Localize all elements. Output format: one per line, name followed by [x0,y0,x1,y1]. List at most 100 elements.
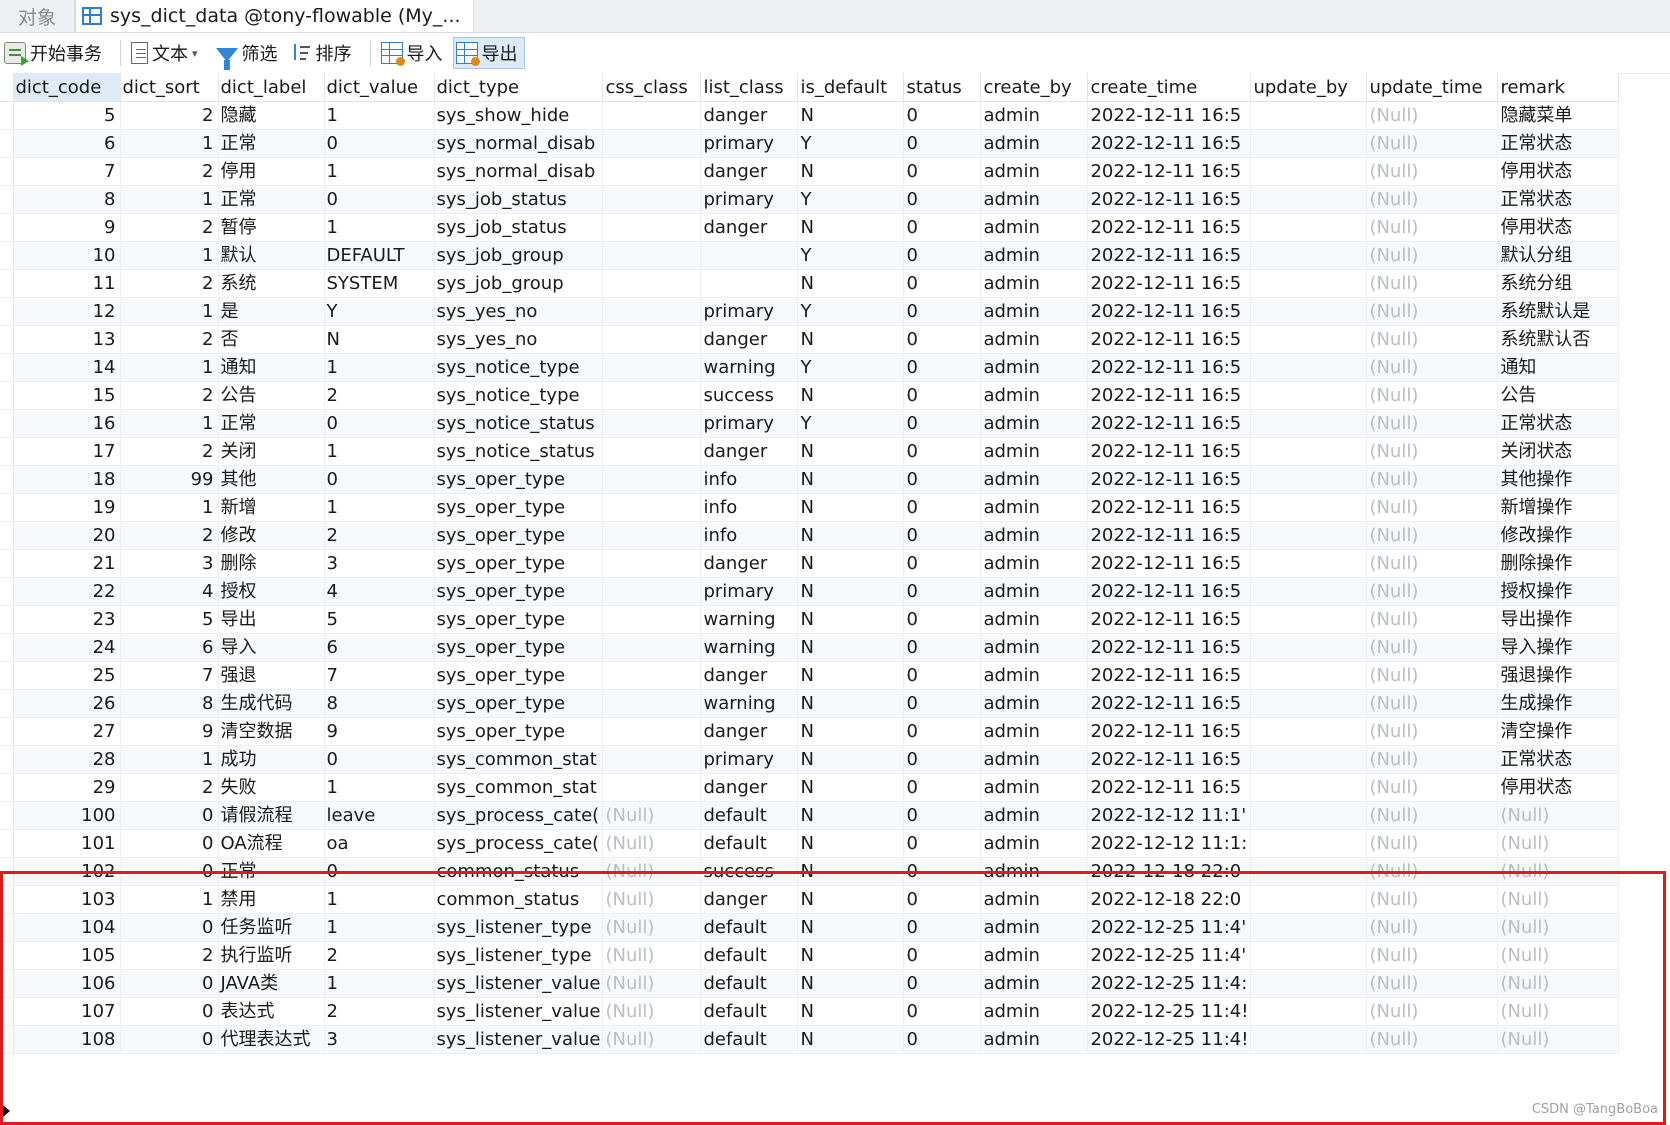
table-cell-dict-code[interactable]: 105 [13,941,121,970]
table-cell-status[interactable]: 0 [903,157,982,186]
table-cell-is-default[interactable]: N [797,381,905,410]
filter-button[interactable]: 筛选 [214,37,284,70]
table-cell-dict-type[interactable]: common_status [434,885,604,914]
table-cell-dict-value[interactable]: 0 [324,185,435,214]
table-cell-list-class[interactable]: success [700,857,799,886]
table-cell-update-by[interactable] [1250,521,1368,550]
table-cell-dict-type[interactable]: sys_process_cate( [434,829,604,858]
table-cell-dict-value[interactable]: 3 [324,1025,435,1054]
table-cell-update-by[interactable] [1250,493,1368,522]
table-cell-list-class[interactable]: danger [700,101,799,130]
table-cell-dict-sort[interactable]: 1 [120,745,219,774]
table-cell-update-time[interactable]: (Null) [1366,353,1499,382]
row-indicator[interactable] [0,521,14,550]
table-cell-dict-code[interactable]: 12 [13,297,121,326]
table-cell-remark[interactable]: 授权操作 [1497,577,1620,606]
table-cell-dict-sort[interactable]: 2 [120,773,219,802]
table-cell-status[interactable]: 0 [903,661,982,690]
table-cell-is-default[interactable]: Y [797,297,905,326]
table-cell-list-class[interactable]: default [700,997,799,1026]
table-cell-create-by[interactable]: admin [980,913,1089,942]
table-row[interactable]: 20 2 修改 2 sys_oper_type info N 0 admin 2022-12-11… [0,521,1620,550]
table-cell-remark[interactable]: 正常状态 [1497,185,1620,214]
table-cell-remark[interactable]: 停用状态 [1497,157,1620,186]
table-cell-remark[interactable]: 新增操作 [1497,493,1620,522]
table-cell-is-default[interactable]: N [797,689,905,718]
row-indicator[interactable] [0,885,14,914]
table-cell-is-default[interactable]: N [797,913,905,942]
table-cell-status[interactable]: 0 [903,605,982,634]
table-cell-dict-code[interactable]: 6 [13,129,121,158]
table-cell-update-by[interactable] [1250,101,1368,130]
table-cell-css-class[interactable] [602,689,702,718]
table-cell-create-time[interactable]: 2022-12-11 16:5 [1087,129,1252,158]
table-cell-dict-label[interactable]: 正常 [218,129,325,158]
table-cell-css-class[interactable] [602,773,702,802]
table-cell-dict-sort[interactable]: 3 [120,549,219,578]
table-cell-create-time[interactable]: 2022-12-11 16:5 [1087,213,1252,242]
table-cell-dict-type[interactable]: sys_oper_type [434,521,604,550]
table-cell-dict-label[interactable]: 正常 [218,857,325,886]
table-cell-dict-value[interactable]: SYSTEM [324,269,435,298]
table-cell-dict-sort[interactable]: 0 [120,857,219,886]
table-cell-status[interactable]: 0 [903,773,982,802]
table-cell-dict-label[interactable]: 通知 [218,353,325,382]
table-row[interactable]: 103 1 禁用 1 common_status (Null) danger N 0 admin 2… [0,885,1620,914]
table-cell-dict-label[interactable]: 代理表达式 [218,1025,325,1054]
table-cell-dict-value[interactable]: 1 [324,101,435,130]
table-cell-is-default[interactable]: N [797,885,905,914]
table-cell-css-class[interactable] [602,101,702,130]
table-cell-list-class[interactable]: danger [700,157,799,186]
table-cell-dict-label[interactable]: 删除 [218,549,325,578]
table-cell-dict-sort[interactable]: 2 [120,157,219,186]
table-cell-css-class[interactable] [602,409,702,438]
table-cell-dict-sort[interactable]: 7 [120,661,219,690]
table-row[interactable]: 107 0 表达式 2 sys_listener_value (Null) default N… [0,997,1620,1026]
table-cell-dict-sort[interactable]: 0 [120,801,219,830]
table-row[interactable]: 28 1 成功 0 sys_common_stat primary N 0 admin 2022-… [0,745,1620,774]
table-cell-dict-code[interactable]: 14 [13,353,121,382]
table-row[interactable]: 13 2 否 Nsys_yes_no danger N 0 admin 2022-12-11 1… [0,325,1620,354]
table-cell-dict-sort[interactable]: 1 [120,297,219,326]
table-cell-dict-sort[interactable]: 4 [120,577,219,606]
table-cell-status[interactable]: 0 [903,241,982,270]
table-row[interactable]: 5 2 隐藏 1 sys_show_hide danger N 0 admin 2022-12-1… [0,101,1620,130]
table-cell-css-class[interactable] [602,353,702,382]
table-cell-dict-sort[interactable]: 0 [120,913,219,942]
table-cell-list-class[interactable]: danger [700,325,799,354]
table-cell-dict-code[interactable]: 104 [13,913,121,942]
table-cell-update-by[interactable] [1250,241,1368,270]
table-row[interactable]: 29 2 失败 1 sys_common_stat danger N 0 admin 2022-1… [0,773,1620,802]
table-cell-remark[interactable]: (Null) [1497,913,1620,942]
table-cell-is-default[interactable]: Y [797,185,905,214]
table-cell-is-default[interactable]: N [797,465,905,494]
table-cell-list-class[interactable]: info [700,465,799,494]
table-cell-list-class[interactable]: primary [700,409,799,438]
table-cell-dict-sort[interactable]: 1 [120,885,219,914]
table-cell-dict-sort[interactable]: 2 [120,437,219,466]
table-cell-update-time[interactable]: (Null) [1366,465,1499,494]
table-cell-dict-value[interactable]: DEFAULT [324,241,435,270]
table-cell-update-time[interactable]: (Null) [1366,213,1499,242]
table-cell-create-by[interactable]: admin [980,381,1089,410]
table-cell-update-time[interactable]: (Null) [1366,941,1499,970]
table-cell-update-by[interactable] [1250,661,1368,690]
table-cell-is-default[interactable]: Y [797,241,905,270]
table-cell-dict-value[interactable]: 2 [324,997,435,1026]
table-cell-dict-sort[interactable]: 1 [120,493,219,522]
table-cell-list-class[interactable] [700,269,799,298]
table-cell-dict-label[interactable]: 表达式 [218,997,325,1026]
table-row[interactable]: 6 1 正常 0 sys_normal_disab primary Y 0 admin 2022-… [0,129,1620,158]
table-cell-remark[interactable]: 系统默认是 [1497,297,1620,326]
table-cell-dict-type[interactable]: sys_notice_status [434,437,604,466]
table-cell-update-by[interactable] [1250,549,1368,578]
table-cell-update-time[interactable]: (Null) [1366,913,1499,942]
data-grid[interactable]: dict_code dict_sort dict_label dict_valu… [0,73,1670,1125]
table-cell-update-time[interactable]: (Null) [1366,997,1499,1026]
table-cell-dict-sort[interactable]: 2 [120,101,219,130]
table-cell-is-default[interactable]: N [797,577,905,606]
row-indicator[interactable] [0,493,14,522]
table-cell-list-class[interactable]: primary [700,185,799,214]
table-cell-list-class[interactable]: danger [700,885,799,914]
table-cell-dict-value[interactable]: 1 [324,353,435,382]
